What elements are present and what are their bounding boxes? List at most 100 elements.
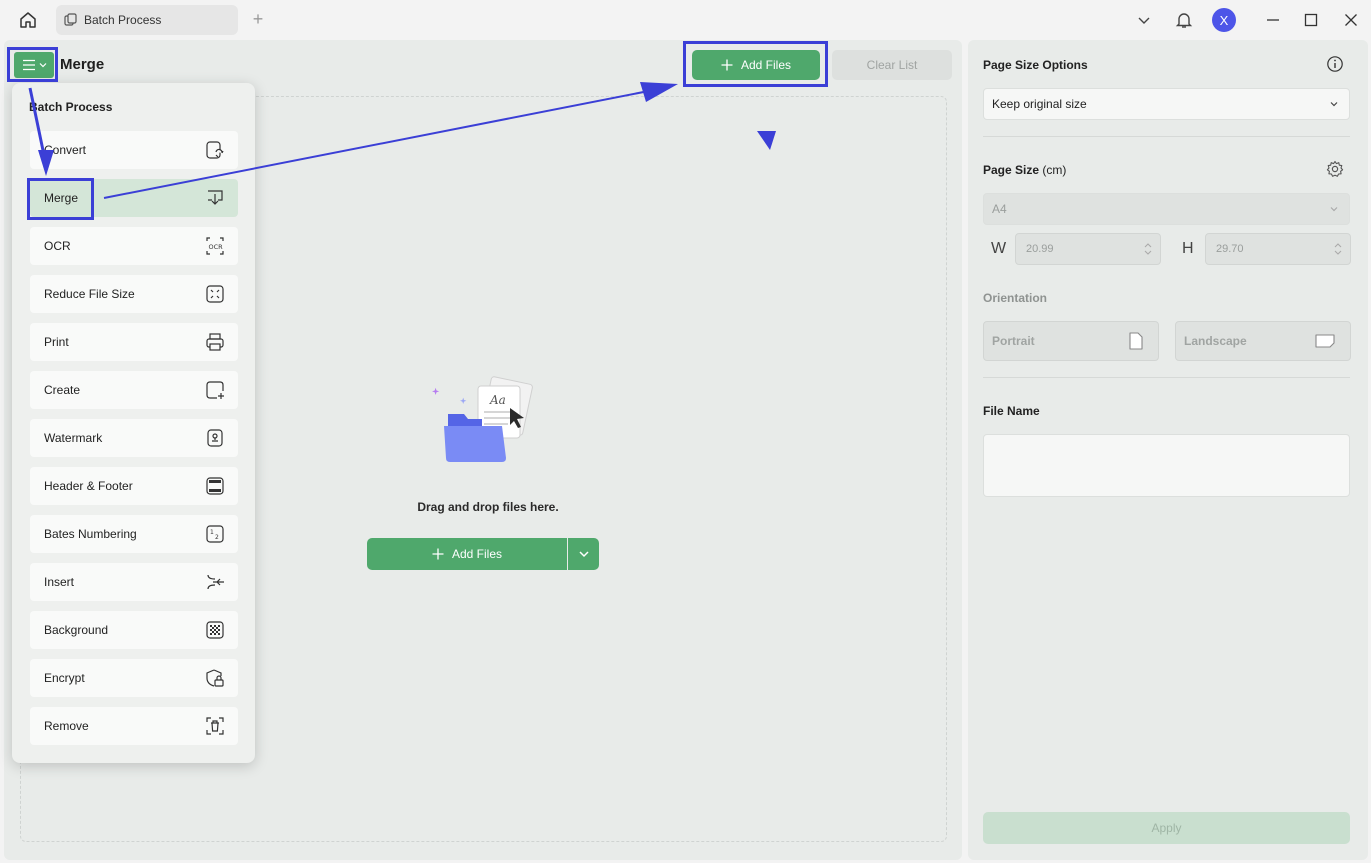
bates-icon: 12 [204, 523, 226, 545]
annotation-highlight-merge [27, 178, 94, 220]
avatar: X [1212, 8, 1236, 32]
width-value: 20.99 [1026, 243, 1054, 255]
tab-label: Batch Process [84, 13, 162, 27]
height-label: H [1182, 240, 1194, 257]
watermark-icon [204, 427, 226, 449]
svg-text:OCR: OCR [209, 243, 224, 251]
minimize-button[interactable] [1263, 8, 1283, 32]
orientation-label: Orientation [983, 291, 1048, 305]
chevron-down-icon [1330, 207, 1338, 212]
notification-button[interactable] [1173, 8, 1195, 32]
width-label: W [991, 240, 1007, 257]
background-icon [204, 619, 226, 641]
menu-item-reduce-file-size[interactable]: Reduce File Size [30, 275, 238, 313]
menu-item-ocr[interactable]: OCR OCR [30, 227, 238, 265]
plus-icon [432, 548, 444, 560]
menu-item-label: Create [44, 383, 81, 397]
close-window-button[interactable] [1341, 8, 1361, 32]
divider [983, 136, 1350, 137]
add-files-main-button[interactable]: Add Files [367, 538, 567, 570]
landscape-icon [1315, 334, 1335, 348]
insert-icon [204, 571, 226, 593]
convert-icon [204, 139, 226, 161]
menu-item-label: Insert [44, 575, 75, 589]
menu-item-insert[interactable]: Insert [30, 563, 238, 601]
menu-item-label: Remove [44, 719, 89, 733]
svg-text:2: 2 [215, 534, 219, 541]
svg-text:1: 1 [210, 529, 214, 536]
menu-item-label: Print [44, 335, 69, 349]
select-value: A4 [992, 202, 1007, 216]
menu-item-header-footer[interactable]: Header & Footer [30, 467, 238, 505]
home-button[interactable] [14, 8, 42, 32]
apply-label: Apply [1151, 821, 1182, 835]
divider [983, 377, 1350, 378]
menu-item-create[interactable]: Create [30, 371, 238, 409]
title-bar: Batch Process + X [0, 0, 1371, 40]
menu-item-print[interactable]: Print [30, 323, 238, 361]
landscape-button[interactable]: Landscape [1175, 321, 1351, 361]
stepper-icon [1334, 243, 1342, 255]
merge-icon [204, 187, 226, 209]
minimize-icon [1267, 19, 1279, 21]
portrait-button[interactable]: Portrait [983, 321, 1159, 361]
menu-item-label: Reduce File Size [44, 287, 135, 301]
chevron-down-icon [1330, 102, 1338, 107]
bell-icon [1175, 13, 1193, 28]
paper-size-select[interactable]: A4 [983, 193, 1350, 225]
settings-panel: Page Size Options Keep original size Pag… [968, 40, 1368, 860]
new-tab-button[interactable]: + [248, 10, 268, 30]
menu-item-remove[interactable]: Remove [30, 707, 238, 745]
menu-item-label: Header & Footer [44, 479, 133, 493]
batch-icon [64, 13, 77, 26]
menu-item-label: Watermark [44, 431, 103, 445]
page-size-label: Page Size (cm) [983, 163, 1067, 177]
menu-heading: Batch Process [29, 100, 113, 114]
menu-item-watermark[interactable]: Watermark [30, 419, 238, 457]
create-icon [204, 379, 226, 401]
add-files-main-label: Add Files [451, 547, 503, 561]
height-input[interactable]: 29.70 [1205, 233, 1351, 265]
close-icon [1345, 14, 1357, 26]
menu-item-bates-numbering[interactable]: Bates Numbering 12 [30, 515, 238, 553]
file-name-input[interactable] [983, 434, 1350, 497]
gear-icon [1326, 160, 1344, 177]
svg-text:Aa: Aa [489, 393, 506, 407]
account-button[interactable]: X [1212, 8, 1236, 32]
landscape-label: Landscape [1184, 334, 1247, 348]
page-size-options-label: Page Size Options [983, 58, 1088, 72]
menu-item-encrypt[interactable]: Encrypt [30, 659, 238, 697]
info-icon [1327, 56, 1343, 72]
apply-button[interactable]: Apply [983, 812, 1350, 844]
stepper-icon [1144, 243, 1152, 255]
reduce-size-icon [204, 283, 226, 305]
ocr-icon: OCR [204, 235, 226, 257]
menu-item-label: Bates Numbering [44, 527, 137, 541]
menu-item-label: OCR [44, 239, 71, 253]
page-size-settings-button[interactable] [1326, 160, 1344, 178]
tab-batch-process[interactable]: Batch Process [56, 5, 238, 35]
height-value: 29.70 [1216, 243, 1244, 255]
remove-icon [204, 715, 226, 737]
clear-list-button[interactable]: Clear List [832, 50, 952, 80]
page-size-option-select[interactable]: Keep original size [983, 88, 1350, 120]
printer-icon [204, 331, 226, 353]
maximize-button[interactable] [1301, 8, 1321, 32]
info-button[interactable] [1326, 55, 1344, 73]
add-files-dropdown-button[interactable] [568, 538, 599, 570]
width-input[interactable]: 20.99 [1015, 233, 1161, 265]
chevron-down-icon [578, 551, 589, 558]
annotation-highlight-add-files [683, 41, 828, 87]
maximize-icon [1304, 13, 1318, 27]
dropdown-button[interactable] [1133, 8, 1155, 32]
home-icon [20, 12, 36, 28]
drop-instructions: Drag and drop files here. [417, 500, 559, 514]
menu-item-convert[interactable]: Convert [30, 131, 238, 169]
folder-illustration-icon: Aa [432, 376, 533, 462]
menu-item-label: Convert [44, 143, 87, 157]
portrait-label: Portrait [992, 334, 1035, 348]
menu-item-label: Background [44, 623, 109, 637]
encrypt-icon [204, 667, 226, 689]
menu-item-background[interactable]: Background [30, 611, 238, 649]
menu-item-label: Encrypt [44, 671, 85, 685]
